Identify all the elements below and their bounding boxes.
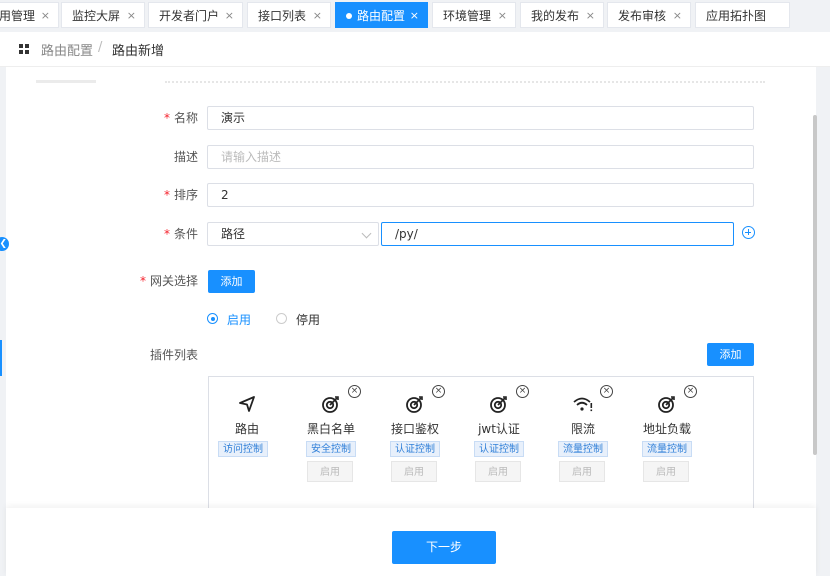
tab-label: 路由配置 xyxy=(357,9,406,23)
plugin-card-rate-limit[interactable]: × 限流 流量控制 启用 xyxy=(541,377,625,517)
tab-monitor-dashboard[interactable]: 监控大屏 × xyxy=(61,2,145,28)
target-icon xyxy=(289,394,373,414)
tab-label: 环境管理 xyxy=(443,9,492,23)
plugin-name: 接口鉴权 xyxy=(390,422,439,436)
close-icon[interactable]: × xyxy=(673,3,682,29)
tab-release-review[interactable]: 发布审核 × xyxy=(607,2,691,28)
name-label: * 名称 xyxy=(163,111,198,125)
condition-label: * 条件 xyxy=(163,227,198,241)
plugin-list: 路由 访问控制 × 黑白名单 安全控制 启用 × 接口鉴权 认证控制 启用 × … xyxy=(208,376,754,516)
plugin-tag: 流量控制 xyxy=(558,441,608,457)
tab-app-management[interactable]: 用管理 × xyxy=(0,2,59,28)
close-icon[interactable]: × xyxy=(41,3,50,29)
add-condition-icon[interactable] xyxy=(742,226,755,239)
desc-input[interactable]: 请输入描述 xyxy=(207,145,754,169)
radio-disabled-label[interactable]: 停用 xyxy=(296,311,320,328)
plugin-card-route[interactable]: 路由 访问控制 xyxy=(205,377,289,517)
condition-type-value: 路径 xyxy=(221,227,246,241)
breadcrumb-separator: / xyxy=(98,40,103,55)
tab-my-releases[interactable]: 我的发布 × xyxy=(520,2,604,28)
plugin-card-load-balance[interactable]: × 地址负载 流量控制 启用 xyxy=(625,377,709,517)
plugin-enable-button[interactable]: 启用 xyxy=(559,461,605,482)
gateway-label: * 网关选择 xyxy=(139,274,198,288)
plugin-enable-button[interactable]: 启用 xyxy=(391,461,437,482)
close-icon[interactable]: × xyxy=(313,3,322,29)
plugin-tag: 安全控制 xyxy=(306,441,356,457)
sidebar-active-marker xyxy=(0,340,2,376)
plugin-card-blacklist[interactable]: × 黑白名单 安全控制 启用 xyxy=(289,377,373,517)
plugin-tag: 认证控制 xyxy=(390,441,440,457)
tab-label: 监控大屏 xyxy=(72,9,121,23)
order-input[interactable]: 2 xyxy=(207,183,754,207)
plugin-tag: 流量控制 xyxy=(642,441,692,457)
target-icon xyxy=(373,394,457,414)
plugin-name: jwt认证 xyxy=(478,422,520,436)
breadcrumb: 路由配置 / 路由新增 xyxy=(0,32,830,67)
tab-api-list[interactable]: 接口列表 × xyxy=(247,2,331,28)
tab-label: 应用拓扑图 xyxy=(706,9,767,23)
tab-label: 开发者门户 xyxy=(159,9,220,23)
plugin-tag: 访问控制 xyxy=(218,441,268,457)
add-gateway-button[interactable]: 添加 xyxy=(208,270,255,293)
grid-icon[interactable] xyxy=(19,44,30,55)
close-icon[interactable]: × xyxy=(127,3,136,29)
name-input[interactable]: 演示 xyxy=(207,106,754,130)
scrolled-header-remnant xyxy=(36,80,96,83)
close-icon[interactable]: × xyxy=(498,3,507,29)
plugin-enable-button[interactable]: 启用 xyxy=(643,461,689,482)
next-step-button[interactable]: 下一步 xyxy=(392,531,496,564)
plugin-name: 限流 xyxy=(570,422,595,436)
add-plugin-button[interactable]: 添加 xyxy=(707,343,754,366)
plugins-label: 插件列表 xyxy=(149,348,198,362)
tab-route-config[interactable]: 路由配置 × xyxy=(335,2,428,28)
plugin-enable-button[interactable]: 启用 xyxy=(475,461,521,482)
tab-bar: 用管理 × 监控大屏 × 开发者门户 × 接口列表 × 路由配置 × 环境管理 … xyxy=(0,0,830,32)
target-icon xyxy=(625,394,709,414)
tab-app-topology[interactable]: 应用拓扑图 xyxy=(695,2,790,28)
breadcrumb-current: 路由新增 xyxy=(112,44,165,59)
tab-label: 用管理 xyxy=(0,9,36,23)
plugin-name: 地址负载 xyxy=(642,422,691,436)
close-icon[interactable]: × xyxy=(586,3,595,29)
chevron-down-icon xyxy=(361,228,372,239)
plugin-enable-button[interactable]: 启用 xyxy=(307,461,353,482)
scrolled-header-remnant xyxy=(165,81,765,85)
radio-disabled[interactable] xyxy=(276,313,287,324)
vertical-scrollbar[interactable] xyxy=(813,115,817,455)
wifi-alert-icon xyxy=(541,394,625,414)
order-label: * 排序 xyxy=(163,188,198,202)
close-icon[interactable]: × xyxy=(225,3,234,29)
close-icon[interactable]: × xyxy=(410,3,419,29)
tab-label: 我的发布 xyxy=(531,9,580,23)
condition-type-select[interactable]: 路径 xyxy=(207,222,379,246)
plugin-card-jwt[interactable]: × jwt认证 认证控制 启用 xyxy=(457,377,541,517)
plugin-name: 路由 xyxy=(234,422,259,436)
tab-label: 发布审核 xyxy=(618,9,667,23)
radio-enabled-label[interactable]: 启用 xyxy=(227,311,251,328)
tab-developer-portal[interactable]: 开发者门户 × xyxy=(148,2,243,28)
breadcrumb-parent[interactable]: 路由配置 xyxy=(41,40,93,59)
target-icon xyxy=(457,394,541,414)
radio-enabled[interactable] xyxy=(207,313,218,324)
navigate-icon xyxy=(205,394,289,414)
plugin-card-api-auth[interactable]: × 接口鉴权 认证控制 启用 xyxy=(373,377,457,517)
plugin-tag: 认证控制 xyxy=(474,441,524,457)
active-dot-icon xyxy=(346,12,352,19)
condition-path-input[interactable]: /py/ xyxy=(381,222,734,246)
plugin-name: 黑白名单 xyxy=(306,422,355,436)
desc-label: 描述 xyxy=(173,150,198,164)
tab-label: 接口列表 xyxy=(258,9,307,23)
tab-env-management[interactable]: 环境管理 × xyxy=(432,2,516,28)
